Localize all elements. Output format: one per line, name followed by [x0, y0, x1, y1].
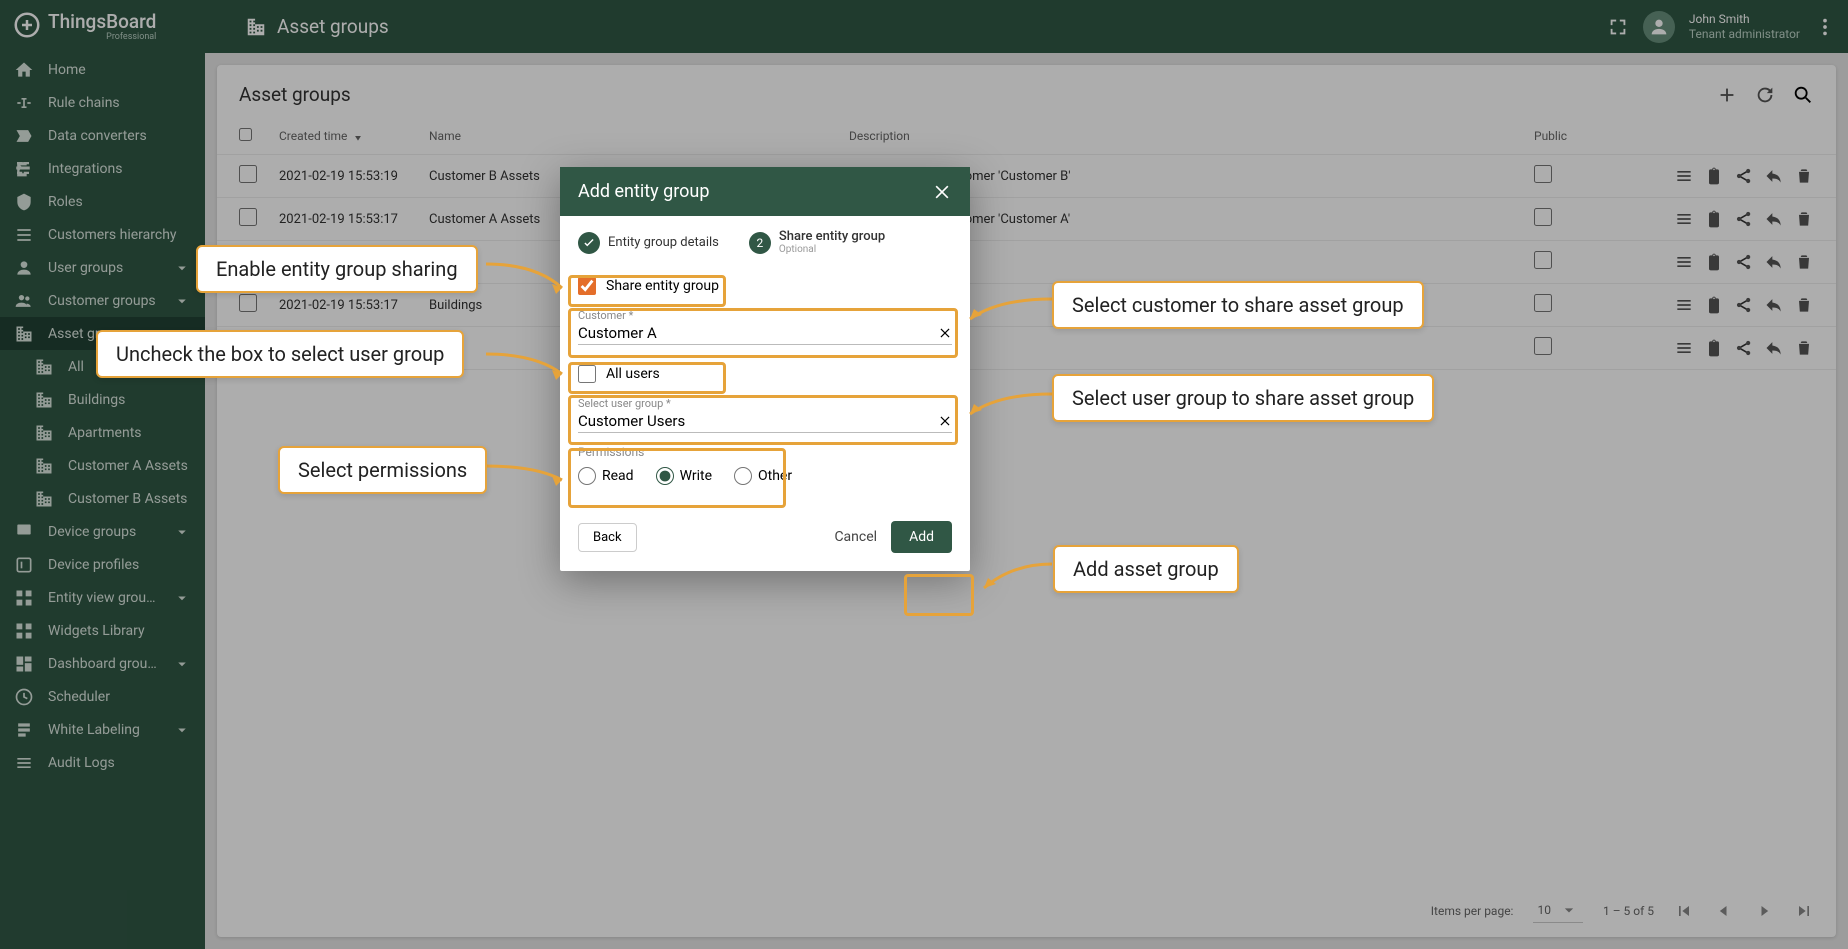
permissions-label: Permissions — [578, 445, 952, 459]
step-2[interactable]: 2 Share entity group Optional — [749, 230, 885, 255]
clear-icon[interactable] — [938, 326, 952, 340]
step-1[interactable]: Entity group details — [578, 230, 719, 255]
perm-read[interactable]: Read — [578, 467, 634, 485]
clear-icon[interactable] — [938, 414, 952, 428]
add-button[interactable]: Add — [891, 521, 952, 553]
callout-customer: Select customer to share asset group — [1052, 281, 1424, 329]
user-group-field[interactable]: Select user group * Customer Users — [578, 397, 952, 433]
callout-perm: Select permissions — [278, 446, 487, 494]
customer-field[interactable]: Customer * Customer A — [578, 309, 952, 345]
modal-title: Add entity group — [578, 181, 709, 202]
perm-other[interactable]: Other — [734, 467, 792, 485]
callout-share: Enable entity group sharing — [196, 245, 478, 293]
callout-usergroup: Select user group to share asset group — [1052, 374, 1434, 422]
permissions-radio-group: Read Write Other — [578, 459, 952, 495]
add-entity-group-modal: Add entity group Entity group details 2 … — [560, 167, 970, 571]
callout-add: Add asset group — [1053, 545, 1239, 593]
share-entity-group-checkbox[interactable]: Share entity group — [578, 269, 952, 303]
perm-write[interactable]: Write — [656, 467, 712, 485]
callout-uncheck: Uncheck the box to select user group — [96, 330, 464, 378]
check-icon — [582, 236, 596, 250]
close-icon[interactable] — [932, 182, 952, 202]
back-button[interactable]: Back — [578, 523, 637, 552]
cancel-button[interactable]: Cancel — [820, 521, 891, 553]
all-users-checkbox[interactable]: All users — [578, 357, 952, 391]
